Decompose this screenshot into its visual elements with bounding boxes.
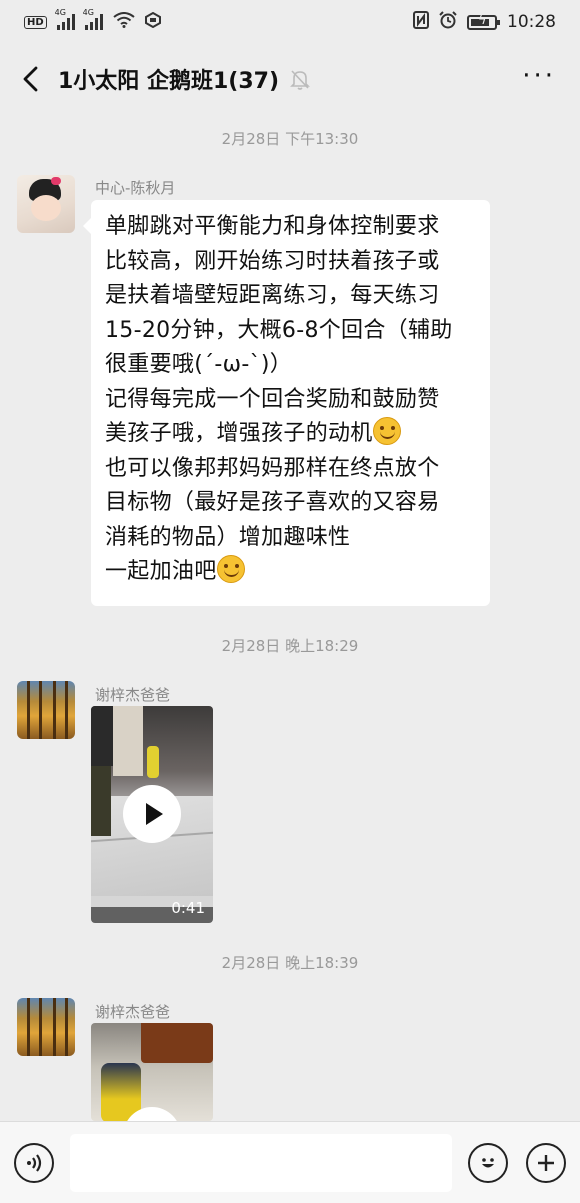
smile-emoji-icon [372, 417, 401, 445]
back-arrow-icon[interactable] [16, 64, 46, 94]
hd-badge: HD [24, 15, 47, 29]
smile-emoji-icon [216, 555, 245, 583]
message-line: 美孩子哦，增强孩子的动机 [105, 421, 373, 446]
more-icon[interactable]: ··· [522, 63, 556, 89]
message-input[interactable] [70, 1133, 452, 1192]
voice-icon[interactable] [14, 1142, 54, 1183]
message-line: 也可以像邦邦妈妈那样在终点放个 [105, 455, 440, 481]
message-timestamp: 2月28日 晚上18:39 [221, 954, 359, 972]
wifi-icon [113, 11, 135, 33]
clock-text: 10:28 [507, 12, 556, 32]
message-line: 消耗的物品）增加趣味性 [105, 524, 351, 550]
chat-title: 1小太阳 企鹅班1(37) [58, 69, 279, 94]
message-line: 是扶着墙壁短距离练习，每天练习 [105, 283, 440, 308]
message-timestamp: 2月28日 下午13:30 [221, 130, 359, 148]
nfc-icon [413, 10, 429, 34]
sender-name: 谢梓杰爸爸 [95, 1003, 171, 1021]
video-message[interactable]: 0:41 [91, 706, 213, 923]
message-line: 比较高，刚开始练习时扶着孩子或 [105, 248, 440, 274]
message-bubble[interactable]: 单脚跳对平衡能力和身体控制要求 比较高，刚开始练习时扶着孩子或 是扶着墙壁短距离… [83, 200, 490, 606]
video-message[interactable] [91, 1023, 213, 1121]
message-line: 记得每完成一个回合奖励和鼓励赞 [105, 386, 440, 412]
battery-icon: ϟ [467, 13, 500, 30]
video-duration: 0:41 [171, 899, 205, 917]
emoji-icon[interactable] [468, 1142, 508, 1183]
message-timestamp: 2月28日 晚上18:29 [221, 637, 359, 655]
avatar[interactable] [17, 998, 75, 1056]
message-line: 一起加油吧 [105, 559, 217, 584]
signal-icon: 4G [55, 8, 75, 30]
alarm-icon [439, 10, 457, 34]
sender-name: 谢梓杰爸爸 [95, 686, 171, 704]
message-line: 很重要哦(´-ω-`)） [105, 352, 293, 377]
input-bar [0, 1121, 580, 1203]
chat-header: 1小太阳 企鹅班1(37) ··· [0, 44, 580, 114]
avatar[interactable] [17, 681, 75, 739]
message-line: 15-20分钟，大概6-8个回合（辅助 [105, 317, 453, 343]
mute-bell-icon [290, 70, 310, 90]
message-line: 目标物（最好是孩子喜欢的又容易 [105, 490, 440, 515]
message-line: 单脚跳对平衡能力和身体控制要求 [105, 214, 440, 239]
signal-icon: 4G [83, 8, 103, 30]
plus-icon[interactable] [526, 1142, 566, 1183]
app-notification-icon [144, 11, 161, 33]
play-icon[interactable] [123, 785, 181, 843]
status-bar: HD 4G 4G ϟ 10:28 [0, 0, 580, 44]
sender-name: 中心-陈秋月 [95, 179, 176, 197]
avatar[interactable] [17, 175, 75, 233]
